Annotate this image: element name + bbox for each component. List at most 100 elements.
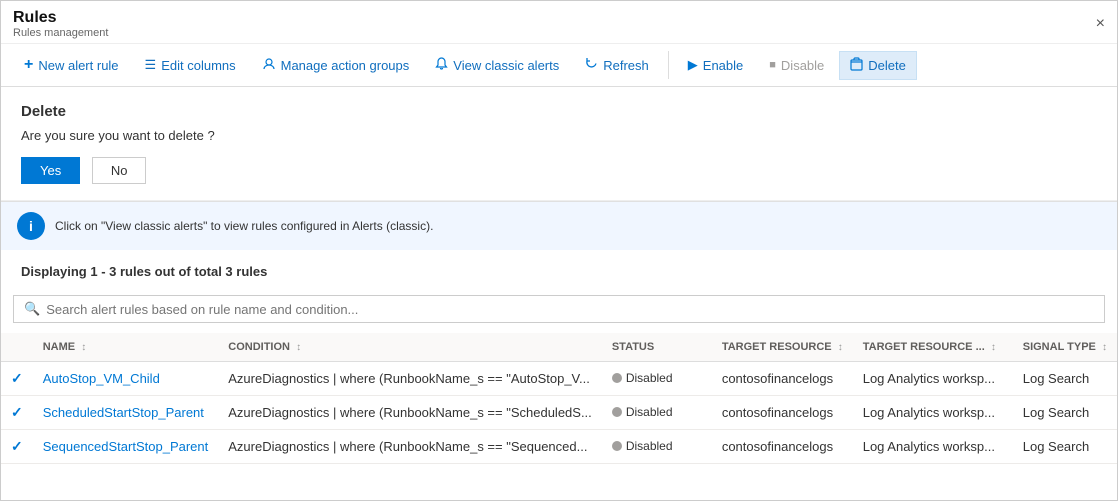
- summary-text: Displaying 1 - 3 rules out of total 3 ru…: [21, 264, 1097, 279]
- row-target2-0: Log Analytics worksp...: [853, 362, 1013, 396]
- target2-value-0: Log Analytics worksp...: [863, 371, 995, 386]
- stop-icon: ■: [769, 59, 776, 71]
- rules-table: NAME ↕ CONDITION ↕ STATUS TARGET RESOURC…: [1, 333, 1117, 464]
- row-signal-0: Log Search: [1013, 362, 1117, 396]
- condition-text-0: AzureDiagnostics | where (RunbookName_s …: [228, 371, 590, 386]
- manage-action-icon: [262, 57, 276, 74]
- row-check-0[interactable]: ✓: [1, 362, 33, 396]
- new-alert-button[interactable]: + New alert rule: [13, 50, 130, 80]
- sort-icon-condition[interactable]: ↕: [296, 342, 301, 353]
- signal-value-0: Log Search: [1023, 371, 1090, 386]
- row-check-2[interactable]: ✓: [1, 430, 33, 464]
- row-condition-1: AzureDiagnostics | where (RunbookName_s …: [218, 396, 602, 430]
- target-value-1: contosofinancelogs: [722, 405, 833, 420]
- refresh-icon: [585, 57, 598, 73]
- manage-action-button[interactable]: Manage action groups: [251, 51, 421, 80]
- rule-name-link-1[interactable]: ScheduledStartStop_Parent: [43, 405, 204, 420]
- status-badge-2: Disabled: [612, 439, 673, 453]
- status-badge-1: Disabled: [612, 405, 673, 419]
- row-name-1: ScheduledStartStop_Parent: [33, 396, 219, 430]
- sort-icon-target[interactable]: ↕: [838, 342, 843, 353]
- delete-button[interactable]: Delete: [839, 51, 917, 80]
- row-target2-1: Log Analytics worksp...: [853, 396, 1013, 430]
- status-dot-1: [612, 407, 622, 417]
- window-subtitle: Rules management: [13, 27, 108, 39]
- row-condition-2: AzureDiagnostics | where (RunbookName_s …: [218, 430, 602, 464]
- enable-button[interactable]: ▶ Enable: [677, 51, 754, 79]
- trash-icon: [850, 57, 863, 74]
- col-condition-header: CONDITION ↕: [218, 333, 602, 362]
- row-status-0: Disabled: [602, 362, 712, 396]
- edit-columns-button[interactable]: ☰ Edit columns: [134, 51, 247, 79]
- condition-text-2: AzureDiagnostics | where (RunbookName_s …: [228, 439, 587, 454]
- check-mark-1: ✓: [11, 404, 23, 420]
- target-value-0: contosofinancelogs: [722, 371, 833, 386]
- search-input[interactable]: [46, 302, 1094, 317]
- edit-columns-icon: ☰: [145, 57, 157, 73]
- col-check: [1, 333, 33, 362]
- col-target2-header: TARGET RESOURCE ... ↕: [853, 333, 1013, 362]
- status-label-1: Disabled: [626, 405, 673, 419]
- no-button[interactable]: No: [92, 157, 147, 184]
- rule-name-link-2[interactable]: SequencedStartStop_Parent: [43, 439, 209, 454]
- row-target2-2: Log Analytics worksp...: [853, 430, 1013, 464]
- manage-action-label: Manage action groups: [281, 58, 410, 73]
- status-dot-2: [612, 441, 622, 451]
- table-row: ✓ ScheduledStartStop_Parent AzureDiagnos…: [1, 396, 1117, 430]
- row-status-2: Disabled: [602, 430, 712, 464]
- sort-icon-name[interactable]: ↕: [81, 342, 86, 353]
- disable-button[interactable]: ■ Disable: [758, 52, 835, 79]
- row-signal-1: Log Search: [1013, 396, 1117, 430]
- row-condition-0: AzureDiagnostics | where (RunbookName_s …: [218, 362, 602, 396]
- rules-window: Rules Rules management × + New alert rul…: [0, 0, 1118, 501]
- target-value-2: contosofinancelogs: [722, 439, 833, 454]
- condition-text-1: AzureDiagnostics | where (RunbookName_s …: [228, 405, 592, 420]
- row-name-2: SequencedStartStop_Parent: [33, 430, 219, 464]
- delete-label: Delete: [868, 58, 906, 73]
- search-icon: 🔍: [24, 301, 40, 317]
- delete-question: Are you sure you want to delete ?: [21, 128, 1097, 143]
- toolbar-separator: [668, 51, 669, 79]
- target2-value-2: Log Analytics worksp...: [863, 439, 995, 454]
- delete-dialog: Delete Are you sure you want to delete ?…: [1, 87, 1117, 201]
- new-alert-label: New alert rule: [38, 58, 118, 73]
- col-status-header: STATUS: [602, 333, 712, 362]
- status-label-0: Disabled: [626, 371, 673, 385]
- signal-value-2: Log Search: [1023, 439, 1090, 454]
- row-check-1[interactable]: ✓: [1, 396, 33, 430]
- title-section: Rules Rules management: [13, 9, 108, 39]
- yes-button[interactable]: Yes: [21, 157, 80, 184]
- refresh-button[interactable]: Refresh: [574, 51, 660, 79]
- summary-section: Displaying 1 - 3 rules out of total 3 ru…: [1, 250, 1117, 295]
- check-mark-0: ✓: [11, 370, 23, 386]
- view-classic-label: View classic alerts: [453, 58, 559, 73]
- table-wrapper: NAME ↕ CONDITION ↕ STATUS TARGET RESOURC…: [1, 333, 1117, 464]
- target2-value-1: Log Analytics worksp...: [863, 405, 995, 420]
- row-target-2: contosofinancelogs: [712, 430, 853, 464]
- sort-icon-signal[interactable]: ↕: [1102, 342, 1107, 353]
- status-badge-0: Disabled: [612, 371, 673, 385]
- window-title: Rules: [13, 9, 108, 27]
- table-row: ✓ SequencedStartStop_Parent AzureDiagnos…: [1, 430, 1117, 464]
- info-banner: i Click on "View classic alerts" to view…: [1, 201, 1117, 250]
- toolbar: + New alert rule ☰ Edit columns Manage a…: [1, 44, 1117, 87]
- enable-label: Enable: [703, 58, 743, 73]
- col-target-header: TARGET RESOURCE ↕: [712, 333, 853, 362]
- col-signal-header: SIGNAL TYPE ↕: [1013, 333, 1117, 362]
- rule-name-link-0[interactable]: AutoStop_VM_Child: [43, 371, 160, 386]
- refresh-label: Refresh: [603, 58, 649, 73]
- info-message: Click on "View classic alerts" to view r…: [55, 219, 433, 233]
- close-button[interactable]: ×: [1096, 15, 1105, 33]
- check-mark-2: ✓: [11, 438, 23, 454]
- sort-icon-target2[interactable]: ↕: [991, 342, 996, 353]
- edit-columns-label: Edit columns: [161, 58, 235, 73]
- row-target-0: contosofinancelogs: [712, 362, 853, 396]
- row-name-0: AutoStop_VM_Child: [33, 362, 219, 396]
- bell-icon: [435, 57, 448, 74]
- status-dot-0: [612, 373, 622, 383]
- play-icon: ▶: [688, 57, 698, 73]
- col-name-header: NAME ↕: [33, 333, 219, 362]
- row-status-1: Disabled: [602, 396, 712, 430]
- table-row: ✓ AutoStop_VM_Child AzureDiagnostics | w…: [1, 362, 1117, 396]
- view-classic-button[interactable]: View classic alerts: [424, 51, 570, 80]
